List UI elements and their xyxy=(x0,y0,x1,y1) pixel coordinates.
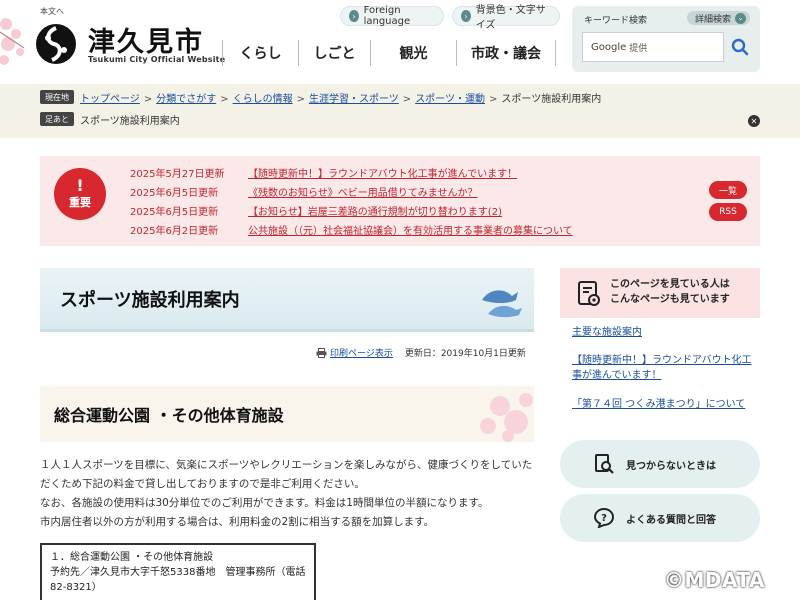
breadcrumb-lifelong-learning[interactable]: 生涯学習・スポーツ xyxy=(309,94,399,105)
nav-item-kurashi[interactable]: くらし xyxy=(222,40,298,66)
breadcrumb-top[interactable]: トップページ xyxy=(80,94,140,105)
search-icon xyxy=(731,38,749,56)
breadcrumb-separator: > xyxy=(402,94,412,105)
nav-item-kanko[interactable]: 観光 xyxy=(370,40,456,66)
color-text-size-button[interactable]: › 背景色・文字サイズ xyxy=(452,5,560,31)
close-icon[interactable]: ✕ xyxy=(748,115,760,127)
not-found-label: 見つからないときは xyxy=(626,460,716,472)
important-badge: ! 重要 xyxy=(54,168,106,220)
breadcrumb-separator: > xyxy=(296,94,305,105)
breadcrumb-current: スポーツ施設利用案内 xyxy=(501,94,602,105)
news-list-button[interactable]: 一覧 xyxy=(709,181,747,199)
not-found-button[interactable]: 見つからないときは xyxy=(560,440,760,488)
breadcrumb-sports[interactable]: スポーツ・運動 xyxy=(415,94,485,105)
news-link[interactable]: 【随時更新中！】ラウンドアバウト化工事が進んでいます！ xyxy=(248,169,517,180)
site-header: 本文へ 津久見市 Tsukumi City Official Website ›… xyxy=(0,0,800,78)
news-link[interactable]: 公共施設（（元）社会福祉協議会）を有効活用する事業者の募集について xyxy=(248,226,573,237)
recommended-link[interactable]: 【随時更新中！】ラウンドアバウト化工事が進んでいます！ xyxy=(572,353,752,383)
city-logo-icon[interactable] xyxy=(34,22,78,66)
info-box-title: １．総合運動公園 ・その他体育施設 xyxy=(50,552,214,563)
current-location-tag: 現在地 xyxy=(40,90,74,104)
page-title: スポーツ施設利用案内 xyxy=(60,290,240,311)
breadcrumb: トップページ > 分類でさがす > くらしの情報 > 生涯学習・スポーツ > スポーツ・運動 > ス… xyxy=(80,90,601,105)
breadcrumb-category[interactable]: 分類でさがす xyxy=(156,94,216,105)
body-text: １人１人スポーツを目標に、気楽にスポーツやレクリエーションを楽しみながら、健康づ… xyxy=(40,456,534,532)
recommended-link[interactable]: 「第７４回 つくみ港まつり」について xyxy=(572,397,752,412)
footmark-item[interactable]: スポーツ施設利用案内 xyxy=(80,112,180,127)
document-search-icon xyxy=(595,454,614,474)
dolphin-icon xyxy=(482,290,522,318)
breadcrumb-living-info[interactable]: くらしの情報 xyxy=(233,94,293,105)
chevron-down-icon: ⌄ xyxy=(735,12,746,24)
news-link[interactable]: 【お知らせ】岩屋三差路の通行規制が切り替わります(2) xyxy=(248,207,502,218)
recommended-title-line: このページを見ている人は xyxy=(610,279,730,290)
breadcrumb-separator: > xyxy=(220,94,229,105)
skip-to-content-link[interactable]: 本文へ xyxy=(40,6,64,17)
foreign-language-button[interactable]: › Foreign language xyxy=(340,5,444,27)
recommended-link[interactable]: 主要な施設案内 xyxy=(572,325,752,340)
faq-label: よくある質問と回答 xyxy=(626,514,716,526)
rss-button[interactable]: RSS xyxy=(709,203,747,221)
news-item: 2025年5月27日更新 【随時更新中！】ラウンドアバウト化工事が進んでいます！ xyxy=(130,165,517,180)
exclamation-icon: ! xyxy=(76,176,84,195)
search-input[interactable]: Google 提供 xyxy=(582,32,724,62)
recommended-pages-header: このページを見ている人は こんなページも見ています xyxy=(560,268,760,318)
page-utility-bar: 印刷ページ表示 更新日：2019年10月1日更新 xyxy=(316,346,526,359)
news-date: 2025年6月2日更新 xyxy=(130,226,219,237)
news-item: 2025年6月2日更新 公共施設（（元）社会福祉協議会）を有効活用する事業者の募集… xyxy=(130,222,573,237)
advanced-search-label: 詳細検索 xyxy=(694,14,731,25)
chevron-right-icon: › xyxy=(349,10,359,22)
news-date: 2025年6月5日更新 xyxy=(130,207,219,218)
breadcrumb-separator: > xyxy=(143,94,153,105)
breadcrumb-separator: > xyxy=(489,94,498,105)
cherry-blossom-decoration xyxy=(0,18,25,65)
section-title: 総合運動公園 ・その他体育施設 xyxy=(54,406,284,425)
facility-info-box: １．総合運動公園 ・その他体育施設 予約先／津久見市大字千怒5338番地 管理事… xyxy=(40,543,316,600)
site-name[interactable]: 津久見市 xyxy=(88,20,204,59)
faq-button[interactable]: ? よくある質問と回答 xyxy=(560,494,760,542)
updated-date: 更新日：2019年10月1日更新 xyxy=(404,349,526,359)
page-title-banner: スポーツ施設利用案内 xyxy=(40,268,534,332)
keyword-search-label: キーワード検索 xyxy=(584,16,648,26)
recommended-pages-title: このページを見ている人は こんなページも見ています xyxy=(610,277,730,307)
paragraph: 市内居住者以外の方が利用する場合は、利用料金の2割に相当する額を加算します。 xyxy=(40,516,435,528)
nav-item-shigoto[interactable]: しごと xyxy=(298,40,370,66)
news-item: 2025年6月5日更新 《残数のお知らせ》ベビー用品借りてみませんか？ xyxy=(130,184,478,199)
site-name-english: Tsukumi City Official Website xyxy=(88,55,226,64)
keyword-search-panel: キーワード検索 詳細検索 ⌄ Google 提供 xyxy=(572,6,760,72)
color-text-size-label: 背景色・文字サイズ xyxy=(475,5,546,31)
nav-item-shisei[interactable]: 市政・議会 xyxy=(456,40,556,66)
print-page-link[interactable]: 印刷ページ表示 xyxy=(330,346,393,359)
chevron-right-icon: › xyxy=(461,10,471,22)
info-box-contact: 予約先／津久見市大字千怒5338番地 管理事務所（電話82-8321） xyxy=(50,567,306,593)
footmark-tag: 足あと xyxy=(40,112,74,126)
important-badge-label: 重要 xyxy=(69,196,91,209)
paragraph: １人１人スポーツを目標に、気楽にスポーツやレクリエーションを楽しみながら、健康づ… xyxy=(40,459,533,490)
printer-icon xyxy=(316,347,327,358)
news-date: 2025年6月5日更新 xyxy=(130,188,219,199)
news-item: 2025年6月5日更新 【お知らせ】岩屋三差路の通行規制が切り替わります(2) xyxy=(130,203,502,218)
question-bubble-icon: ? xyxy=(594,508,614,528)
provided-label: 提供 xyxy=(629,43,648,54)
search-button[interactable] xyxy=(726,32,754,62)
people-viewing-icon xyxy=(578,281,600,306)
paragraph: なお、各施設の使用料は30分単位でのご利用ができます。料金は1時間単位の半額にな… xyxy=(40,497,489,509)
news-link[interactable]: 《残数のお知らせ》ベビー用品借りてみませんか？ xyxy=(248,188,478,199)
copyright-watermark: ©MDATA xyxy=(664,568,765,592)
advanced-search-button[interactable]: 詳細検索 ⌄ xyxy=(686,11,750,25)
google-label: Google xyxy=(591,41,627,53)
svg-text:?: ? xyxy=(601,513,607,524)
global-navigation: くらし しごと 観光 市政・議会 xyxy=(222,40,556,70)
recommended-title-line: こんなページも見ています xyxy=(610,294,730,305)
cherry-blossom-decoration xyxy=(480,393,533,442)
section-heading-box: 総合運動公園 ・その他体育施設 xyxy=(40,386,534,442)
foreign-language-label: Foreign language xyxy=(363,5,411,27)
news-date: 2025年5月27日更新 xyxy=(130,169,225,180)
